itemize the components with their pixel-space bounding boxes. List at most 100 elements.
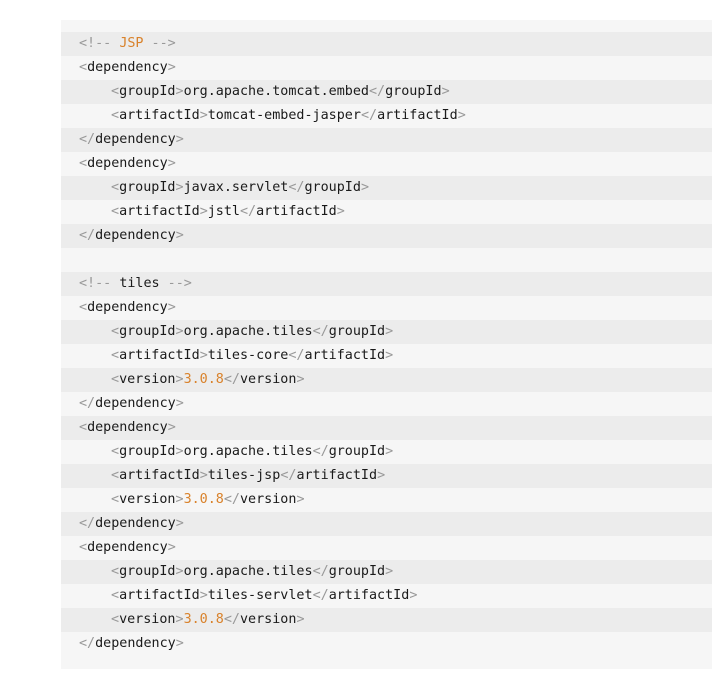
tag-name: dependency: [87, 156, 168, 171]
tag-value: jstl: [207, 204, 240, 219]
tag-name: version: [119, 612, 176, 627]
tag-bracket: >: [199, 468, 208, 483]
tag-bracket: <: [111, 204, 120, 219]
tag-name: artifactId: [328, 588, 410, 603]
tag-bracket: <: [111, 180, 120, 195]
tag-bracket: >: [175, 132, 184, 147]
code-line: <version>3.0.8</version>: [61, 488, 712, 512]
tag-value: org.apache.tiles: [183, 444, 313, 459]
tag-bracket: >: [385, 444, 394, 459]
tag-bracket: >: [175, 228, 184, 243]
tag-bracket: </: [79, 228, 96, 243]
tag-bracket: </: [240, 204, 257, 219]
tag-bracket: >: [175, 324, 184, 339]
tag-bracket: >: [175, 516, 184, 531]
tag-bracket: </: [288, 180, 305, 195]
code-line: <groupId>org.apache.tiles</groupId>: [61, 440, 712, 464]
tag-bracket: >: [167, 156, 176, 171]
code-line: <dependency>: [61, 536, 712, 560]
tag-name: artifactId: [119, 588, 200, 603]
tag-name: artifactId: [256, 204, 337, 219]
tag-value: tomcat-embed-jasper: [207, 108, 361, 123]
tag-bracket: >: [167, 300, 176, 315]
tag-bracket: >: [175, 564, 184, 579]
tag-bracket: <: [111, 588, 120, 603]
tag-name: dependency: [95, 396, 176, 411]
tag-name: dependency: [87, 540, 168, 555]
code-line: <artifactId>tiles-servlet</artifactId>: [61, 584, 712, 608]
code-line: </dependency>: [61, 224, 712, 248]
tag-name: artifactId: [377, 108, 458, 123]
tag-name: dependency: [95, 516, 176, 531]
tag-bracket: >: [175, 444, 184, 459]
code-line: </dependency>: [61, 128, 712, 152]
comment-text: tiles: [119, 276, 160, 291]
tag-bracket: >: [296, 492, 305, 507]
tag-bracket: </: [223, 612, 240, 627]
comment-text: JSP: [119, 36, 144, 51]
tag-value: javax.servlet: [183, 180, 289, 195]
tag-name: groupId: [119, 180, 176, 195]
tag-bracket: >: [175, 612, 184, 627]
tag-name: version: [119, 492, 176, 507]
tag-name: dependency: [95, 132, 176, 147]
tag-bracket: <: [79, 540, 88, 555]
tag-bracket: </: [288, 348, 305, 363]
tag-bracket: </: [79, 396, 96, 411]
comment-open-punct: <!--: [79, 276, 120, 291]
tag-bracket: <: [111, 612, 120, 627]
tag-bracket: <: [79, 60, 88, 75]
tag-name: version: [240, 372, 297, 387]
code-line: <version>3.0.8</version>: [61, 368, 712, 392]
tag-bracket: <: [111, 348, 120, 363]
tag-name: dependency: [87, 60, 168, 75]
code-line: <dependency>: [61, 416, 712, 440]
tag-bracket: >: [175, 396, 184, 411]
tag-bracket: </: [312, 444, 329, 459]
tag-name: groupId: [328, 564, 386, 579]
code-line: <groupId>org.apache.tiles</groupId>: [61, 560, 712, 584]
tag-bracket: >: [199, 348, 208, 363]
tag-name: groupId: [119, 444, 176, 459]
tag-bracket: </: [360, 108, 378, 123]
tag-value: 3.0.8: [183, 612, 224, 627]
tag-name: groupId: [304, 180, 361, 195]
tag-bracket: <: [79, 156, 88, 171]
tag-value: tiles-servlet: [207, 588, 313, 603]
tag-name: artifactId: [119, 108, 200, 123]
tag-bracket: <: [79, 300, 88, 315]
tag-bracket: <: [111, 492, 120, 507]
tag-bracket: >: [385, 564, 394, 579]
tag-name: groupId: [328, 324, 386, 339]
tag-value: org.apache.tomcat.embed: [183, 84, 369, 99]
code-line: </dependency>: [61, 512, 712, 536]
tag-name: version: [119, 372, 176, 387]
code-line: <artifactId>tiles-core</artifactId>: [61, 344, 712, 368]
tag-bracket: <: [79, 420, 88, 435]
tag-bracket: </: [223, 372, 240, 387]
tag-bracket: <: [111, 564, 120, 579]
tag-value: tiles-jsp: [207, 468, 281, 483]
tag-bracket: <: [111, 468, 120, 483]
code-line: <artifactId>tiles-jsp</artifactId>: [61, 464, 712, 488]
tag-name: dependency: [95, 228, 176, 243]
code-line: <dependency>: [61, 152, 712, 176]
tag-bracket: >: [175, 372, 184, 387]
tag-name: groupId: [119, 564, 176, 579]
tag-name: groupId: [119, 324, 176, 339]
code-line: <groupId>javax.servlet</groupId>: [61, 176, 712, 200]
tag-name: dependency: [87, 420, 168, 435]
tag-value: 3.0.8: [183, 372, 224, 387]
code-line: <dependency>: [61, 296, 712, 320]
tag-name: artifactId: [119, 348, 200, 363]
code-line: <version>3.0.8</version>: [61, 608, 712, 632]
code-line: <!-- tiles -->: [61, 272, 712, 296]
tag-bracket: <: [111, 444, 120, 459]
tag-bracket: </: [223, 492, 240, 507]
tag-value: tiles-core: [207, 348, 289, 363]
tag-bracket: </: [312, 324, 329, 339]
comment-close-punct: -->: [143, 36, 176, 51]
tag-bracket: >: [175, 636, 184, 651]
tag-name: artifactId: [119, 468, 200, 483]
tag-bracket: >: [377, 468, 386, 483]
